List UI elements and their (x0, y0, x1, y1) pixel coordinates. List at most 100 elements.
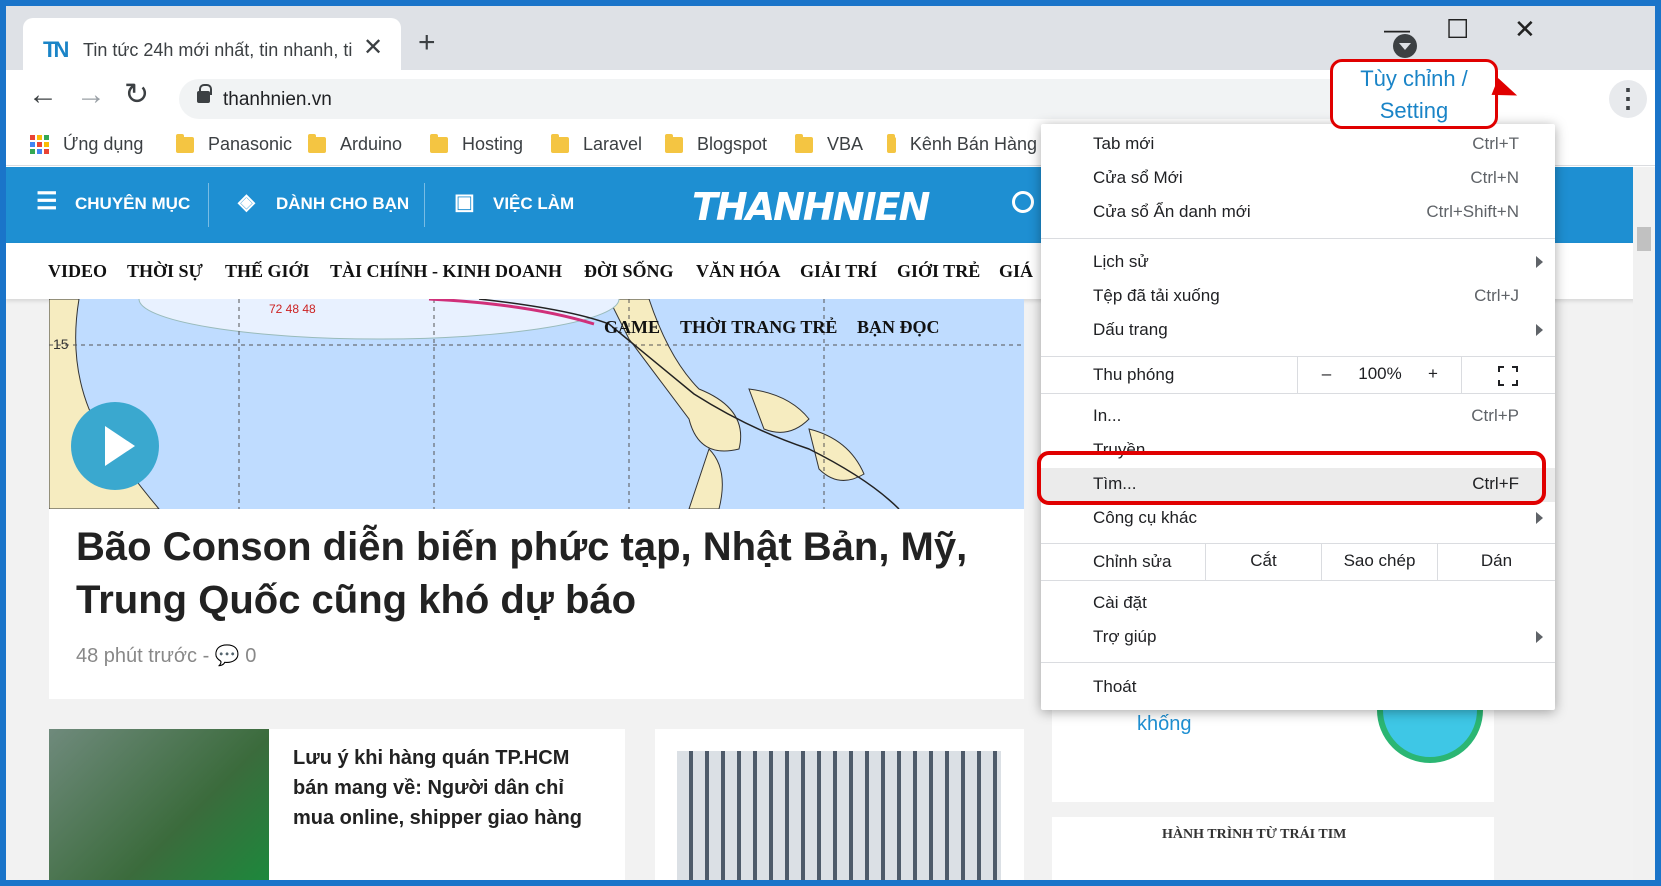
menu-item-label: Dấu trang (1093, 320, 1168, 339)
copy-button[interactable]: Sao chép (1321, 544, 1437, 580)
menu-item-exit[interactable]: Thoát (1041, 671, 1555, 705)
site-logo[interactable]: THANHNIEN (692, 185, 930, 229)
for-you-link[interactable]: DÀNH CHO BẠN (276, 194, 409, 214)
subnav-item[interactable]: BẠN ĐỌC (857, 317, 940, 338)
minimize-button[interactable]: — (1384, 14, 1410, 45)
folder-icon (665, 133, 683, 153)
briefcase-icon: ▣ (454, 189, 475, 214)
bookmark-folder[interactable]: Blogspot (665, 133, 767, 155)
bookmark-folder[interactable]: Hosting (430, 133, 524, 155)
forward-button[interactable]: → (76, 80, 106, 110)
address-bar[interactable]: thanhnien.vn ⚿ ☆ (179, 79, 1499, 119)
page-scrollbar[interactable] (1633, 167, 1655, 880)
nav-item[interactable]: THỜI SỰ (127, 261, 203, 282)
folder-icon (887, 134, 896, 153)
menu-item-incognito[interactable]: Cửa sổ Ẩn danh mới Ctrl+Shift+N (1041, 196, 1555, 230)
article-thumbnail[interactable] (49, 729, 269, 880)
bookmark-folder[interactable]: Laravel (551, 133, 643, 155)
bookmark-label: Laravel (583, 134, 643, 154)
bookmark-apps[interactable]: Ứng dụng (30, 134, 143, 155)
new-tab-button[interactable]: + (418, 28, 436, 58)
menu-item-shortcut: Ctrl+N (1470, 168, 1519, 187)
paste-button[interactable]: Dán (1437, 544, 1555, 580)
bookmark-folder[interactable]: Kênh Bán Hàng (887, 134, 1037, 155)
menu-item-help[interactable]: Trợ giúp (1041, 621, 1555, 655)
sidebar-widget: HÀNH TRÌNH TỪ TRÁI TIM (1052, 817, 1494, 880)
browser-tab[interactable]: TN Tin tức 24h mới nhất, tin nhanh, tin … (23, 18, 401, 70)
bookmark-folder[interactable]: Arduino (308, 133, 402, 155)
annotation-highlight-find (1037, 451, 1546, 505)
bookmark-label: Kênh Bán Hàng (909, 134, 1037, 154)
subnav-item[interactable]: GAME (604, 317, 660, 338)
menu-item-new-window[interactable]: Cửa sổ Mới Ctrl+N (1041, 162, 1555, 196)
scrollbar-thumb[interactable] (1637, 227, 1651, 251)
site-search-icon[interactable] (1012, 191, 1034, 213)
nav-item[interactable]: GIẢI TRÍ (800, 261, 877, 282)
nav-item[interactable]: GIÁ (999, 261, 1033, 282)
menu-item-history[interactable]: Lịch sử (1041, 246, 1555, 280)
subnav-item[interactable]: THỜI TRANG TRẺ (680, 317, 837, 338)
menu-item-downloads[interactable]: Tệp đã tải xuống Ctrl+J (1041, 280, 1555, 314)
cut-button[interactable]: Cắt (1205, 544, 1321, 580)
tab-title: Tin tức 24h mới nhất, tin nhanh, tin nón… (83, 40, 353, 60)
submenu-arrow-icon (1536, 256, 1543, 268)
nav-item[interactable]: VIDEO (48, 261, 107, 282)
storm-map-image[interactable]: 15 72 48 48 GAME THỜI TRANG TRẺ BẠN ĐỌC (49, 299, 1024, 509)
tab-close-icon[interactable]: ✕ (363, 33, 383, 62)
menu-divider (1041, 393, 1555, 394)
nav-item[interactable]: VĂN HÓA (696, 261, 781, 282)
menu-item-label: Tệp đã tải xuống (1093, 286, 1220, 305)
menu-item-settings[interactable]: Cài đặt (1041, 587, 1555, 621)
lock-icon[interactable] (197, 84, 212, 103)
back-button[interactable]: ← (28, 80, 58, 110)
menu-item-bookmarks[interactable]: Dấu trang (1041, 314, 1555, 348)
menu-item-new-tab[interactable]: Tab mới Ctrl+T (1041, 128, 1555, 162)
maximize-button[interactable]: ☐ (1446, 14, 1469, 45)
submenu-arrow-icon (1536, 631, 1543, 643)
bookmark-label: Hosting (462, 134, 524, 154)
folder-icon (430, 133, 448, 153)
hero-meta: 48 phút trước - 💬 0 (76, 645, 257, 667)
folder-icon (551, 133, 569, 153)
menu-item-label: Cửa sổ Ẩn danh mới (1093, 202, 1251, 221)
header-divider (208, 183, 209, 227)
submenu-arrow-icon (1536, 324, 1543, 336)
sidebar-link[interactable]: khống (1137, 713, 1192, 736)
menu-item-print[interactable]: In... Ctrl+P (1041, 400, 1555, 434)
nav-item[interactable]: THẾ GIỚI (225, 261, 310, 282)
bookmark-folder[interactable]: VBA (795, 133, 863, 155)
menu-item-label: Công cụ khác (1093, 508, 1197, 527)
header-divider (424, 183, 425, 227)
article-card[interactable]: Lưu ý khi hàng quán TP.HCM bán mang về: … (49, 729, 625, 880)
chrome-menu-button[interactable]: ⋮ (1609, 80, 1647, 118)
nav-item[interactable]: ĐỜI SỐNG (584, 261, 674, 282)
article-title[interactable]: Lưu ý khi hàng quán TP.HCM bán mang về: … (293, 743, 603, 833)
submenu-arrow-icon (1536, 512, 1543, 524)
hero-article[interactable]: 15 72 48 48 GAME THỜI TRANG TRẺ BẠN ĐỌC … (49, 299, 1024, 699)
apps-grid-icon (30, 135, 49, 154)
menu-item-label: In... (1093, 406, 1122, 425)
menu-item-more-tools[interactable]: Công cụ khác (1041, 502, 1555, 536)
video-play-icon[interactable] (71, 402, 159, 490)
reload-button[interactable]: ↻ (124, 80, 149, 110)
nav-item[interactable]: TÀI CHÍNH - KINH DOANH (330, 261, 562, 282)
menu-divider (1041, 238, 1555, 239)
menu-item-edit: Chỉnh sửa Cắt Sao chép Dán (1041, 544, 1555, 580)
categories-link[interactable]: CHUYÊN MỤC (75, 194, 190, 214)
url-text[interactable]: thanhnien.vn (223, 89, 332, 111)
zoom-out-button[interactable]: – (1297, 357, 1355, 393)
window-close-button[interactable]: ✕ (1514, 14, 1536, 45)
jobs-link[interactable]: VIỆC LÀM (493, 194, 574, 214)
article-card[interactable] (655, 729, 1024, 880)
hero-headline[interactable]: Bão Conson diễn biến phức tạp, Nhật Bản,… (76, 521, 976, 627)
article-thumbnail[interactable] (677, 751, 1001, 880)
hamburger-menu-icon[interactable]: ☰ (36, 187, 58, 216)
svg-text:15: 15 (53, 336, 69, 352)
menu-item-label: Thoát (1093, 677, 1137, 696)
fullscreen-icon (1498, 366, 1518, 386)
menu-divider (1041, 662, 1555, 663)
menu-item-label: Trợ giúp (1093, 627, 1157, 646)
bookmark-folder[interactable]: Panasonic (176, 133, 292, 155)
nav-item[interactable]: GIỚI TRẺ (897, 261, 980, 282)
zoom-in-button[interactable]: + (1405, 357, 1461, 393)
